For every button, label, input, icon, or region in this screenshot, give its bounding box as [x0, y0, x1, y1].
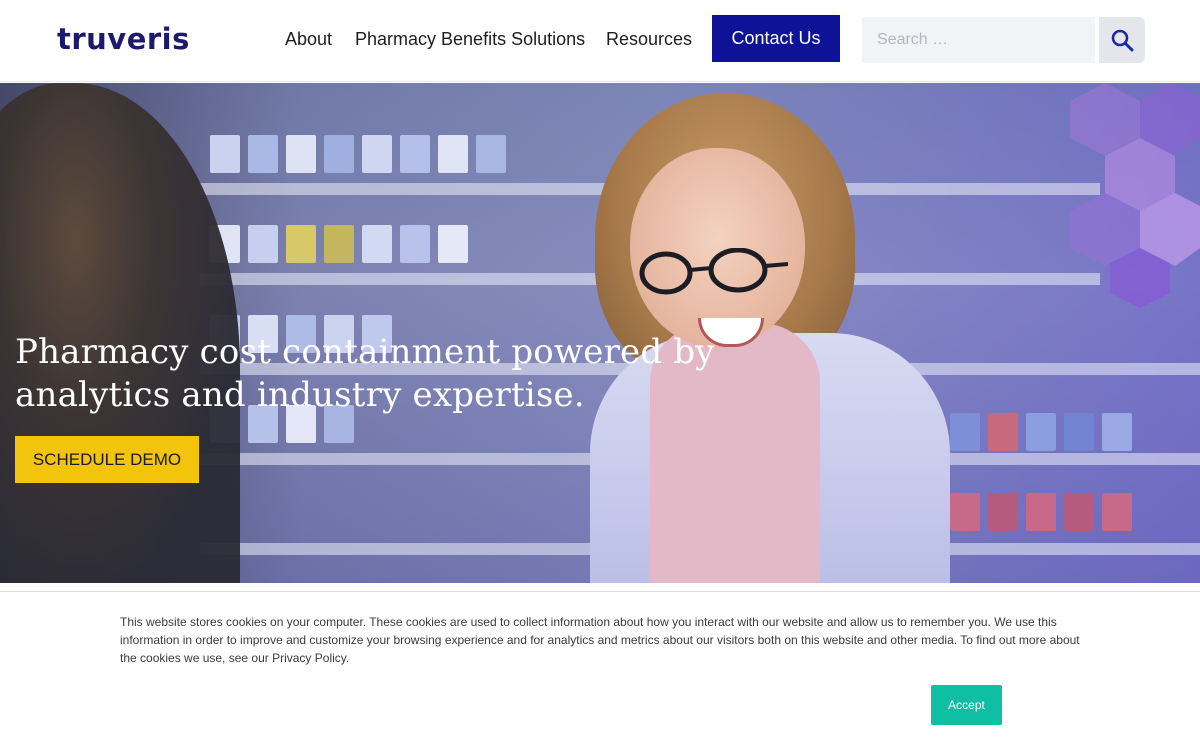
- search-input[interactable]: [862, 17, 1095, 63]
- schedule-demo-button[interactable]: SCHEDULE DEMO: [15, 436, 199, 483]
- hero-banner: Pharmacy cost containment powered by ana…: [0, 83, 1200, 583]
- nav-pharmacy-benefits-solutions[interactable]: Pharmacy Benefits Solutions: [355, 28, 585, 50]
- hero-title: Pharmacy cost containment powered by ana…: [15, 332, 715, 415]
- cookie-notice-text: This website stores cookies on your comp…: [120, 615, 1080, 665]
- site-header: truveris About Pharmacy Benefits Solutio…: [0, 0, 1200, 82]
- cookie-banner: This website stores cookies on your comp…: [0, 591, 1200, 750]
- nav-about[interactable]: About: [285, 28, 332, 50]
- accept-cookies-button[interactable]: Accept: [931, 685, 1002, 725]
- contact-us-button[interactable]: Contact Us: [712, 15, 840, 62]
- truveris-logo[interactable]: truveris: [57, 20, 190, 58]
- search-icon: [1111, 29, 1134, 52]
- hexagon-pattern-icon: [1070, 83, 1200, 308]
- logo-text: truveris: [57, 22, 190, 56]
- nav-resources[interactable]: Resources: [606, 28, 692, 50]
- glasses-icon: [639, 248, 788, 295]
- search-button[interactable]: [1099, 17, 1145, 63]
